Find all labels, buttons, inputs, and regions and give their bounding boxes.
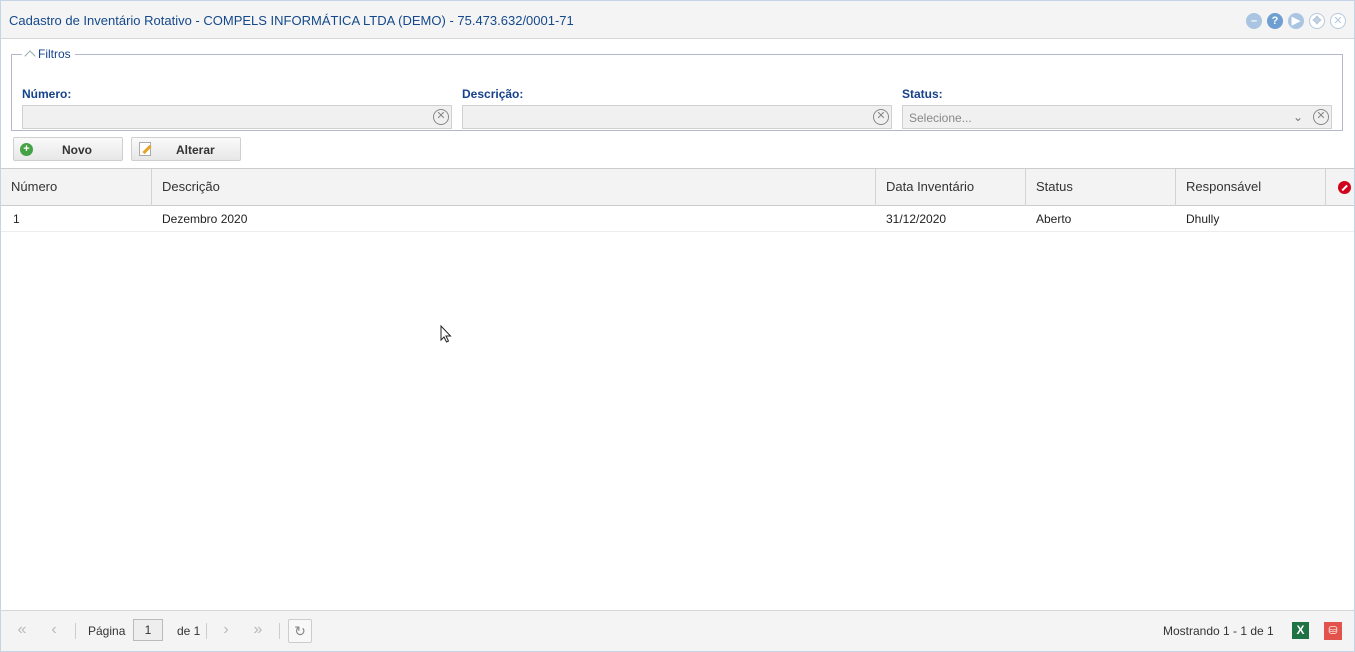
refresh-icon[interactable]: ↻ bbox=[288, 619, 312, 643]
pager-separator bbox=[206, 623, 207, 639]
column-header-status[interactable]: Status bbox=[1026, 169, 1176, 206]
chevron-down-icon[interactable]: ⌄ bbox=[1293, 110, 1303, 124]
table-row[interactable]: 1 Dezembro 2020 31/12/2020 Aberto Dhully bbox=[1, 206, 1354, 232]
descricao-clear-icon[interactable]: ✕ bbox=[873, 109, 889, 125]
inventory-window: Cadastro de Inventário Rotativo - COMPEL… bbox=[0, 0, 1355, 652]
page-number-input[interactable]: 1 bbox=[133, 619, 163, 641]
numero-label: Número: bbox=[22, 87, 72, 101]
status-clear-icon[interactable]: ✕ bbox=[1313, 109, 1329, 125]
window-title: Cadastro de Inventário Rotativo - COMPEL… bbox=[9, 13, 574, 28]
close-icon[interactable]: ✕ bbox=[1330, 13, 1346, 29]
cell-responsavel: Dhully bbox=[1186, 212, 1220, 226]
help-icon[interactable]: ? bbox=[1267, 13, 1283, 29]
last-page-icon[interactable]: » bbox=[247, 620, 269, 642]
next-icon[interactable]: ▶ bbox=[1288, 13, 1304, 29]
descricao-label: Descrição: bbox=[462, 87, 524, 101]
status-filter: Status: Selecione... ⌄ ✕ bbox=[902, 87, 1332, 129]
novo-button[interactable]: + Novo bbox=[13, 137, 123, 161]
pager-separator bbox=[279, 623, 280, 639]
filters-legend-label: Filtros bbox=[38, 47, 71, 61]
restore-icon[interactable]: ✥ bbox=[1309, 13, 1325, 29]
window-tools: – ? ▶ ✥ ✕ bbox=[1246, 13, 1346, 29]
mouse-cursor-icon bbox=[440, 325, 452, 343]
pager-separator bbox=[75, 623, 76, 639]
cell-data: 31/12/2020 bbox=[886, 212, 947, 226]
filters-panel: Filtros Número: ✕ Descrição: ✕ Status: S… bbox=[11, 47, 1343, 131]
column-header-responsavel[interactable]: Responsável bbox=[1176, 169, 1326, 206]
edit-icon bbox=[139, 142, 151, 156]
column-header-descricao[interactable]: Descrição bbox=[152, 169, 876, 206]
cell-descricao: Dezembro 2020 bbox=[162, 212, 248, 226]
excel-export-icon[interactable]: X bbox=[1292, 622, 1309, 639]
pdf-export-icon[interactable]: ⛁ bbox=[1324, 622, 1342, 640]
numero-input[interactable]: ✕ bbox=[22, 105, 452, 129]
grid-header: Número Descrição Data Inventário Status … bbox=[1, 169, 1354, 206]
paging-status: Mostrando 1 - 1 de 1 bbox=[1163, 624, 1274, 638]
numero-clear-icon[interactable]: ✕ bbox=[433, 109, 449, 125]
page-label: Página bbox=[88, 624, 126, 638]
cell-numero: 1 bbox=[13, 212, 20, 226]
status-placeholder: Selecione... bbox=[909, 111, 972, 125]
window-titlebar: Cadastro de Inventário Rotativo - COMPEL… bbox=[1, 1, 1354, 39]
first-page-icon[interactable]: « bbox=[11, 620, 33, 642]
pagination-bar: « ‹ Página 1 de 1 › » ↻ Mostrando 1 - 1 … bbox=[1, 610, 1354, 651]
prev-page-icon[interactable]: ‹ bbox=[43, 620, 65, 642]
collapse-icon[interactable] bbox=[24, 50, 36, 62]
alterar-button-label: Alterar bbox=[176, 143, 215, 157]
numero-filter: Número: ✕ bbox=[22, 87, 452, 129]
no-edit-icon bbox=[1338, 181, 1351, 194]
page-total: de 1 bbox=[177, 624, 201, 638]
next-page-icon[interactable]: › bbox=[215, 620, 237, 642]
status-label: Status: bbox=[902, 87, 943, 101]
add-icon: + bbox=[20, 143, 33, 156]
minimize-icon[interactable]: – bbox=[1246, 13, 1262, 29]
descricao-filter: Descrição: ✕ bbox=[462, 87, 892, 129]
descricao-input[interactable]: ✕ bbox=[462, 105, 892, 129]
alterar-button[interactable]: Alterar bbox=[131, 137, 241, 161]
column-header-numero[interactable]: Número bbox=[1, 169, 152, 206]
column-header-data[interactable]: Data Inventário bbox=[876, 169, 1026, 206]
novo-button-label: Novo bbox=[62, 143, 92, 157]
inventory-grid: Número Descrição Data Inventário Status … bbox=[1, 168, 1354, 610]
cell-status: Aberto bbox=[1036, 212, 1072, 226]
filters-legend[interactable]: Filtros bbox=[22, 47, 75, 62]
status-select[interactable]: Selecione... ⌄ ✕ bbox=[902, 105, 1332, 129]
